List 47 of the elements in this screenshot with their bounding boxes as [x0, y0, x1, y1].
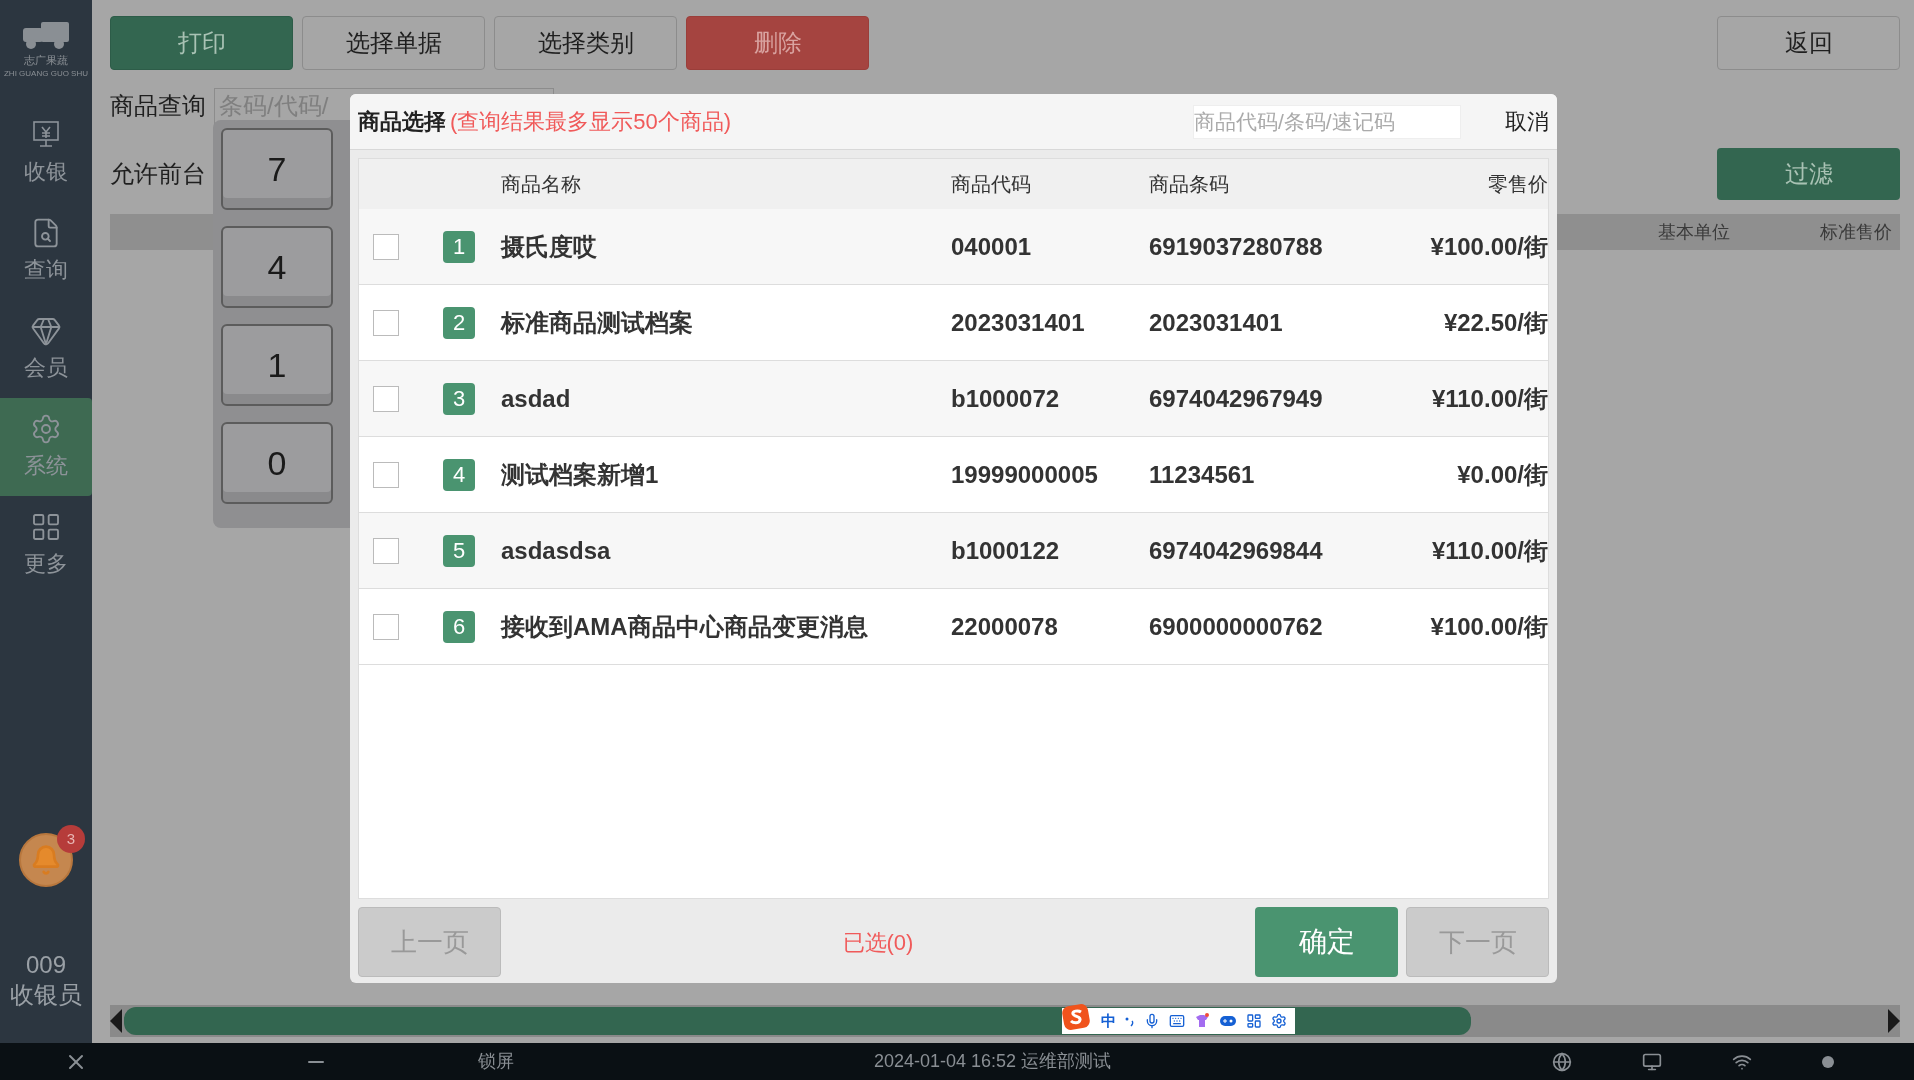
product-code-cell-text: b1000072 — [951, 383, 1061, 414]
column-header: 商品名称 — [501, 172, 582, 197]
logo-subtext: ZHI GUANG GUO SHU — [4, 68, 88, 80]
column-header: 标准售价 — [1820, 220, 1892, 244]
retail-price-cell-text: ¥0.00/街 — [1457, 459, 1548, 490]
product-barcode-cell-text: 6919037280788 — [1149, 231, 1324, 262]
row-index: 3 — [443, 382, 475, 415]
product-name-cell-text: 标准商品测试档案 — [501, 307, 694, 338]
product-name-cell-text: asdad — [501, 383, 572, 414]
query-label: 商品查询 — [110, 91, 206, 121]
retail-price-cell-text: ¥110.00/街 — [1431, 535, 1548, 566]
product-name-cell-text: 测试档案新增1 — [501, 459, 660, 490]
product-name-cell-text: 摄氏度哎 — [501, 231, 598, 262]
selected-count: 已选(0) — [842, 928, 914, 957]
row-index: 5 — [443, 534, 475, 567]
row-index: 1 — [443, 230, 475, 263]
product-code-cell-text: b1000122 — [951, 535, 1061, 566]
product-barcode-cell-text: 2023031401 — [1149, 307, 1284, 338]
user-id: 009 — [25, 951, 66, 979]
dialog-note: (查询结果最多显示50个商品) — [450, 108, 732, 136]
notification-count: 3 — [57, 825, 85, 853]
dialog-title: 商品选择 — [358, 108, 446, 136]
row-index: 6 — [443, 610, 475, 643]
logo-text: 志广果蔬 — [24, 53, 68, 68]
column-header: 基本单位 — [1658, 220, 1730, 244]
row-index: 2 — [443, 306, 475, 339]
column-header: 零售价 — [1488, 172, 1548, 197]
product-code-cell-text: 22000078 — [951, 611, 1059, 642]
column-header: 商品代码 — [951, 172, 1032, 197]
row-index: 4 — [443, 458, 475, 491]
retail-price-cell-text: ¥100.00/街 — [1430, 611, 1548, 642]
filter-label: 允许前台 — [110, 159, 206, 189]
product-name-cell-text: 接收到AMA商品中心商品变更消息 — [501, 611, 869, 642]
product-code-cell-text: 19999000005 — [951, 459, 1099, 490]
product-barcode-cell-text: 6974042967949 — [1149, 383, 1324, 414]
retail-price-cell-text: ¥110.00/街 — [1431, 383, 1548, 414]
product-code-cell-text: 2023031401 — [951, 307, 1086, 338]
product-name-cell-text: asdasdsa — [501, 535, 612, 566]
status-text: 2024-01-04 16:52 运维部测试 — [874, 1050, 1112, 1073]
retail-price-cell-text: ¥100.00/街 — [1430, 231, 1548, 262]
product-barcode-cell-text: 11234561 — [1149, 459, 1256, 490]
product-barcode-cell-text: 6974042969844 — [1149, 535, 1324, 566]
product-barcode-cell-text: 6900000000762 — [1149, 611, 1324, 642]
user-role: 收银员 — [10, 980, 82, 1010]
product-code-cell-text: 040001 — [951, 231, 1033, 262]
column-header: 商品条码 — [1149, 172, 1230, 197]
retail-price-cell-text: ¥22.50/街 — [1443, 307, 1548, 338]
